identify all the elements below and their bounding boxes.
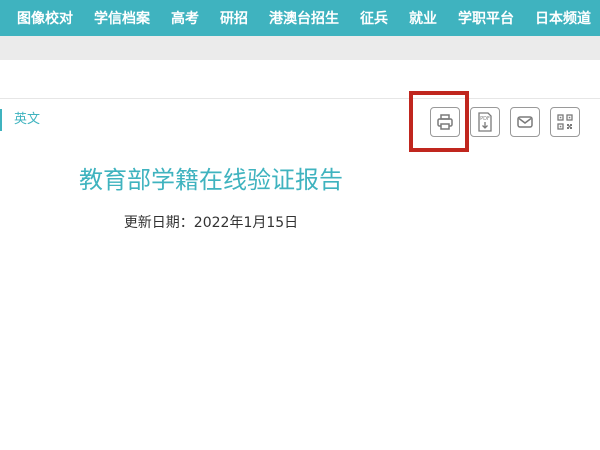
top-nav-bar: 图像校对 学信档案 高考 研招 港澳台招生 征兵 就业 学职平台 日本频道 xyxy=(0,0,600,36)
qr-code-button[interactable] xyxy=(550,107,580,137)
sub-header-bar xyxy=(0,36,600,60)
mail-icon xyxy=(517,116,533,128)
svg-text:PDF: PDF xyxy=(480,116,490,122)
print-button-highlight xyxy=(409,91,469,152)
nav-item-graduate-admission[interactable]: 研招 xyxy=(220,8,248,28)
header-divider xyxy=(0,98,600,99)
nav-item-hk-macau-taiwan[interactable]: 港澳台招生 xyxy=(269,8,339,28)
nav-item-employment[interactable]: 就业 xyxy=(409,8,437,28)
email-share-button[interactable] xyxy=(510,107,540,137)
update-date: 更新日期：2022年1月15日 xyxy=(123,215,299,231)
nav-item-career-platform[interactable]: 学职平台 xyxy=(458,8,514,28)
pdf-download-icon: PDF xyxy=(478,112,492,132)
english-version-link[interactable]: 英文 xyxy=(0,109,40,131)
nav-item-japan-channel[interactable]: 日本频道 xyxy=(535,8,591,28)
qr-code-icon xyxy=(557,114,573,130)
nav-item-student-archive[interactable]: 学信档案 xyxy=(94,8,150,28)
nav-item-image-proofread[interactable]: 图像校对 xyxy=(17,8,73,28)
pdf-download-button[interactable]: PDF xyxy=(470,107,500,137)
report-title: 教育部学籍在线验证报告 xyxy=(79,166,343,194)
nav-item-conscription[interactable]: 征兵 xyxy=(360,8,388,28)
nav-item-gaokao[interactable]: 高考 xyxy=(171,8,199,28)
